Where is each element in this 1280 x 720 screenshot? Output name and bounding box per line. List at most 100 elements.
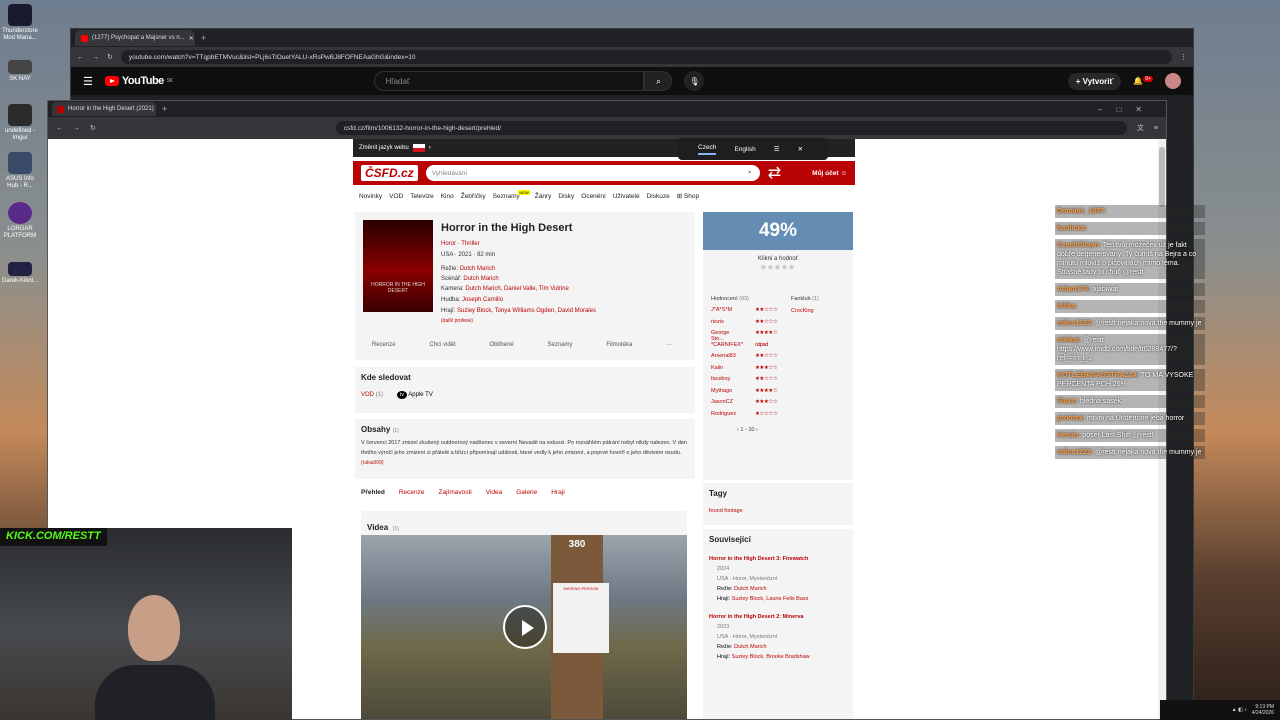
related-title-link[interactable]: Horror in the High Desert 3: Firewatch: [709, 554, 847, 564]
filmoteka-button[interactable]: Filmotéka: [606, 342, 632, 348]
rater-name[interactable]: Rodriguez: [711, 411, 736, 417]
rater-name[interactable]: J*A*S*M: [711, 307, 732, 313]
reviews-button[interactable]: Recenze: [372, 342, 396, 348]
rater-name[interactable]: Arsenal83: [711, 353, 736, 359]
more-professions-link[interactable]: (další profese): [441, 318, 473, 324]
person-link[interactable]: Dutch Marich: [463, 276, 498, 282]
nav-item[interactable]: VOD: [389, 193, 403, 200]
person-link[interactable]: Suziey Block, Brooke Bradshaw: [732, 654, 810, 660]
chat-username[interactable]: hiška:: [1057, 303, 1077, 310]
menu-icon[interactable]: ☰: [83, 75, 93, 88]
nav-item-shop[interactable]: ⊞ Shop: [677, 192, 699, 200]
tab-videos[interactable]: Videa: [486, 489, 503, 496]
chat-username[interactable]: mlekai:: [1057, 337, 1081, 344]
outer-url-field[interactable]: youtube.com/watch?v=TTqpbETMVuc&list=PLj…: [120, 50, 1172, 64]
nav-item-seznamy[interactable]: Seznamy NEW: [493, 189, 530, 200]
chat-username[interactable]: milos1222:: [1057, 449, 1093, 456]
plot-author-link[interactable]: (rukiu009): [361, 460, 384, 466]
rater-name[interactable]: George Sto...: [711, 330, 729, 342]
nav-item[interactable]: Žánry: [535, 193, 552, 200]
menu-icon[interactable]: ≡: [1154, 125, 1158, 132]
nav-item[interactable]: Diskuze: [647, 193, 670, 200]
tab-cast[interactable]: Hrají: [551, 489, 565, 496]
nav-item[interactable]: Uživatelé: [613, 193, 640, 200]
tab-reviews[interactable]: Recenze: [399, 489, 425, 496]
next-page-icon[interactable]: ›: [756, 427, 758, 433]
favorites-button[interactable]: Oblíbené: [489, 342, 513, 348]
youtube-search-input[interactable]: Hľadať: [374, 71, 645, 91]
desktop-icon-darek[interactable]: Darek-Kilvd...: [2, 262, 38, 285]
inner-tab-csfd[interactable]: Horror in the High Desert (2021)✕: [52, 102, 156, 116]
translate-icon[interactable]: ⇄: [768, 163, 781, 183]
nav-item[interactable]: Kino: [441, 193, 454, 200]
extensions-icon[interactable]: ⋮: [1180, 53, 1187, 61]
chat-username[interactable]: hanlicka:: [1057, 225, 1087, 232]
person-link[interactable]: Dutch Marich, Daniel Valle, Tim Vidrine: [465, 286, 569, 292]
back-icon[interactable]: ←: [56, 125, 63, 132]
my-account-link[interactable]: Můj účet ☺: [812, 170, 847, 177]
rater-name[interactable]: faceboy: [711, 376, 730, 382]
desktop-icon-sknay[interactable]: SK NAY: [2, 60, 38, 83]
desktop-icon-lorgar[interactable]: LORGAR PLATFORM: [2, 202, 38, 240]
chat-username[interactable]: KOTLEBANASSTRAZ14:: [1057, 372, 1139, 379]
reload-icon[interactable]: ↻: [107, 53, 113, 61]
person-link[interactable]: Joseph Camillo: [462, 297, 503, 303]
rate-stars-input[interactable]: ●●●●●: [703, 262, 853, 273]
person-link[interactable]: Dutch Marich: [734, 644, 766, 650]
microphone-icon[interactable]: 🎙: [684, 71, 705, 91]
back-icon[interactable]: ←: [77, 54, 84, 61]
tray-icons[interactable]: ▲ ◧ ♪: [1232, 707, 1247, 713]
person-link[interactable]: Suziey Block, Tonya Williams Ogden, Davi…: [457, 308, 596, 314]
fanclub-member[interactable]: CrocKing: [791, 308, 814, 314]
clock[interactable]: 9:13 PM 4/24/2026: [1252, 704, 1274, 716]
genre[interactable]: Thriller: [461, 241, 479, 247]
desktop-icon-asus[interactable]: ASUS Info Hub - R...: [2, 152, 38, 190]
rater-name[interactable]: Mythago: [711, 388, 732, 394]
lang-option-english[interactable]: English: [734, 146, 755, 153]
ratings-pager[interactable]: ‹ 1 - 10 ›: [737, 427, 758, 433]
close-icon[interactable]: ✕: [798, 145, 803, 153]
rater-name[interactable]: Kaiin: [711, 365, 723, 371]
window-controls[interactable]: –□✕: [1098, 105, 1166, 114]
nav-item[interactable]: Televize: [410, 193, 433, 200]
outer-tab-youtube[interactable]: (1277) Psychopat a Majsner vs n... ✕: [75, 30, 195, 46]
lists-button[interactable]: Seznamy: [548, 342, 573, 348]
notifications-icon[interactable]: 🔔 9+: [1133, 76, 1153, 86]
close-tab-icon[interactable]: ✕: [189, 35, 194, 42]
new-tab-icon[interactable]: +: [162, 104, 167, 114]
nav-item[interactable]: Žebříčky: [461, 193, 486, 200]
search-icon[interactable]: ⌕: [644, 71, 673, 91]
nav-item[interactable]: Disky: [558, 193, 574, 200]
avatar[interactable]: [1165, 73, 1181, 89]
film-poster[interactable]: HORROR IN THE HIGH DESERT: [363, 220, 433, 312]
rater-name[interactable]: *CARNIFEX*: [711, 342, 743, 348]
rater-name[interactable]: riezis: [711, 319, 724, 325]
more-icon[interactable]: ···: [666, 342, 672, 348]
search-icon[interactable]: ⌕: [748, 169, 752, 177]
lang-option-czech[interactable]: Czech: [698, 144, 717, 155]
nav-item[interactable]: Novinky: [359, 193, 382, 200]
forward-icon[interactable]: →: [92, 54, 99, 61]
want-to-see-button[interactable]: Chci vidět: [429, 342, 455, 348]
related-title-link[interactable]: Horror in the High Desert 2: Minerva: [709, 612, 847, 622]
apple-tv-link[interactable]: tv Apple TV: [397, 391, 433, 399]
play-icon[interactable]: [503, 605, 547, 649]
desktop-icon-thunderstore[interactable]: Thunderstore Mod Mana...: [2, 4, 38, 42]
inner-url-field[interactable]: csfd.cz/film/1006132-horror-in-the-high-…: [335, 121, 1127, 135]
chat-username[interactable]: Heisio:: [1057, 432, 1080, 439]
scrollbar-thumb[interactable]: [1159, 147, 1165, 207]
forward-icon[interactable]: →: [73, 125, 80, 132]
video-player[interactable]: 380 MISSING PERSON: [361, 535, 687, 719]
create-button[interactable]: + Vytvoriť: [1067, 72, 1122, 90]
genre[interactable]: Horor: [441, 241, 456, 247]
translate-icon[interactable]: 文: [1137, 123, 1144, 133]
chat-username[interactable]: CzechClown:: [1057, 242, 1101, 249]
nav-item[interactable]: Ocenění: [581, 193, 606, 200]
rater-name[interactable]: JasonCZ: [711, 399, 733, 405]
chat-username[interactable]: Adam174:: [1057, 286, 1090, 293]
csfd-logo[interactable]: ČSFD.cz: [361, 165, 418, 181]
chat-username[interactable]: Slaxo:: [1057, 398, 1078, 405]
tag-link[interactable]: found footage: [709, 508, 847, 514]
chat-username[interactable]: Dominic_1337:: [1057, 208, 1106, 215]
new-tab-icon[interactable]: +: [201, 33, 206, 43]
